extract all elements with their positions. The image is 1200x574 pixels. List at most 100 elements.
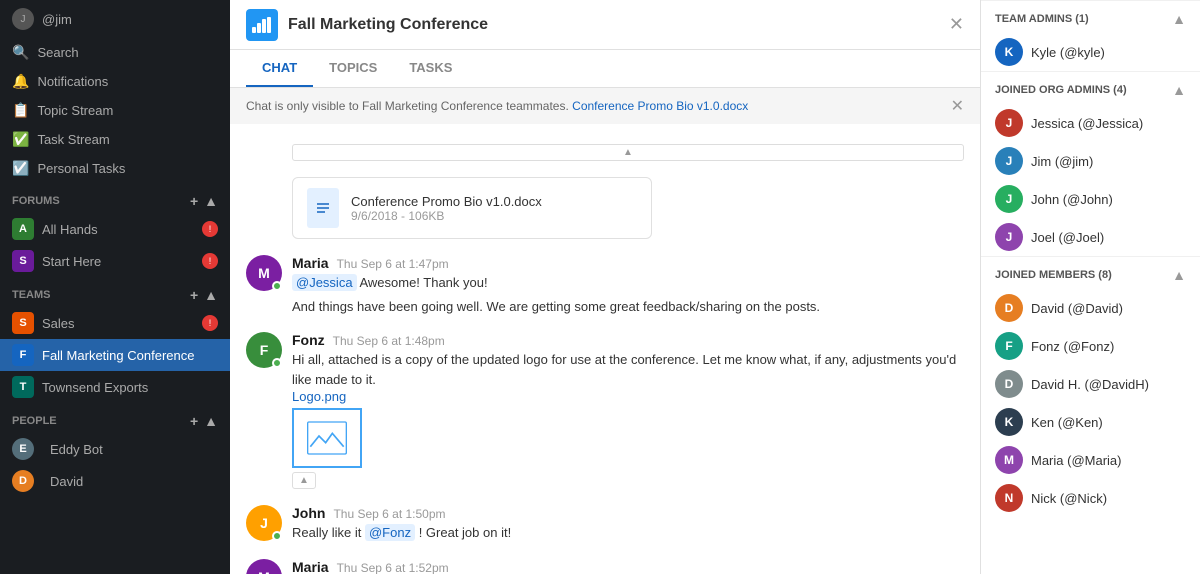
start-here-badge: ! (202, 253, 218, 269)
personal-tasks-item[interactable]: ☑️ Personal Tasks (0, 154, 230, 183)
notice-close-button[interactable]: ✕ (951, 96, 964, 116)
tab-chat[interactable]: CHAT (246, 50, 313, 87)
msg-time: Thu Sep 6 at 1:47pm (337, 257, 449, 271)
team-admins-toggle[interactable]: ▲ (1172, 11, 1186, 27)
david-name: David (@David) (1031, 301, 1123, 316)
topic-stream-item[interactable]: 📋 Topic Stream (0, 96, 230, 125)
bell-icon: 🔔 (12, 73, 29, 90)
sender-name: Fonz (292, 332, 325, 348)
forums-actions: + ▲ (190, 193, 218, 209)
search-label: Search (37, 45, 78, 60)
member-joel: J Joel (@Joel) (981, 218, 1200, 256)
tab-topics[interactable]: TOPICS (313, 50, 393, 87)
start-here-channel[interactable]: S Start Here ! (0, 245, 230, 277)
msg-text: Really like it @Fonz ! Great job on it! (292, 523, 964, 543)
townsend-exports-channel[interactable]: T Townsend Exports (0, 371, 230, 403)
collapse-image-button[interactable]: ▲ (292, 472, 316, 489)
mention: @Jessica (292, 274, 357, 291)
topic-stream-label: Topic Stream (37, 103, 113, 118)
start-here-avatar: S (12, 250, 34, 272)
john-avatar: J (995, 185, 1023, 213)
add-team-icon[interactable]: + (190, 287, 198, 303)
joined-org-admins-toggle[interactable]: ▲ (1172, 82, 1186, 98)
david-item[interactable]: D David (0, 465, 230, 497)
member-kyle: K Kyle (@kyle) (981, 33, 1200, 71)
collapse-file-button[interactable]: ▲ (292, 144, 964, 161)
eddy-avatar: E (12, 438, 34, 460)
john-avatar: J (246, 505, 282, 541)
jim-avatar: J (995, 147, 1023, 175)
message-group: F Fonz Thu Sep 6 at 1:48pm Hi all, attac… (230, 324, 980, 497)
all-hands-avatar: A (12, 218, 34, 240)
joined-org-admins-title: JOINED ORG ADMINS (4) (995, 84, 1127, 96)
channel-title: Fall Marketing Conference (288, 16, 488, 34)
chat-messages: ▲ Conference Promo Bio v1.0.docx 9/6/201… (230, 124, 980, 574)
people-actions: + ▲ (190, 413, 218, 429)
tab-bar: CHAT TOPICS TASKS (230, 50, 980, 88)
fall-marketing-label: Fall Marketing Conference (42, 348, 194, 363)
msg-time: Thu Sep 6 at 1:48pm (333, 334, 445, 348)
msg-header: John Thu Sep 6 at 1:50pm (292, 505, 964, 521)
add-forum-icon[interactable]: + (190, 193, 198, 209)
member-john: J John (@John) (981, 180, 1200, 218)
team-admins-title: TEAM ADMINS (1) (995, 13, 1089, 25)
msg-content: John Thu Sep 6 at 1:50pm Really like it … (292, 505, 964, 543)
collapse-forums-icon[interactable]: ▲ (204, 193, 218, 209)
notice-link[interactable]: Conference Promo Bio v1.0.docx (572, 99, 748, 113)
main-content: Fall Marketing Conference ✕ CHAT TOPICS … (230, 0, 980, 574)
msg-text: @Jessica Awesome! Thank you! (292, 273, 964, 293)
notifications-item[interactable]: 🔔 Notifications (0, 67, 230, 96)
maria-avatar: M (246, 255, 282, 291)
nick-name: Nick (@Nick) (1031, 491, 1107, 506)
joined-org-admins-header: JOINED ORG ADMINS (4) ▲ (981, 71, 1200, 104)
teams-label: TEAMS (12, 289, 51, 301)
member-fonz: F Fonz (@Fonz) (981, 327, 1200, 365)
kyle-avatar: K (995, 38, 1023, 66)
tab-tasks[interactable]: TASKS (393, 50, 468, 87)
member-nick: N Nick (@Nick) (981, 479, 1200, 517)
david-avatar-rs: D (995, 294, 1023, 322)
task-stream-item[interactable]: ✅ Task Stream (0, 125, 230, 154)
eddy-bot-item[interactable]: E Eddy Bot (0, 433, 230, 465)
jessica-avatar: J (995, 109, 1023, 137)
mention: @Fonz (365, 524, 415, 541)
file-icon (307, 188, 339, 228)
all-hands-label: All Hands (42, 222, 98, 237)
online-indicator (272, 358, 282, 368)
channel-icon (246, 9, 278, 41)
collapse-people-icon[interactable]: ▲ (204, 413, 218, 429)
all-hands-channel[interactable]: A All Hands ! (0, 213, 230, 245)
file-info: Conference Promo Bio v1.0.docx 9/6/2018 … (351, 194, 542, 223)
msg-text: Hi all, attached is a copy of the update… (292, 350, 964, 389)
message-group: M Maria Thu Sep 6 at 1:52pm I think it l… (230, 551, 980, 574)
fall-marketing-channel[interactable]: F Fall Marketing Conference (0, 339, 230, 371)
msg-time: Thu Sep 6 at 1:50pm (333, 507, 445, 521)
teams-section: TEAMS + ▲ (0, 277, 230, 307)
maria-name: Maria (@Maria) (1031, 453, 1121, 468)
add-person-icon[interactable]: + (190, 413, 198, 429)
online-indicator (272, 531, 282, 541)
eddy-label: Eddy Bot (50, 442, 103, 457)
fonz-name: Fonz (@Fonz) (1031, 339, 1114, 354)
david-label: David (50, 474, 83, 489)
all-hands-badge: ! (202, 221, 218, 237)
joel-name: Joel (@Joel) (1031, 230, 1104, 245)
joined-members-toggle[interactable]: ▲ (1172, 267, 1186, 283)
image-link[interactable]: Logo.png (292, 389, 964, 404)
nick-avatar: N (995, 484, 1023, 512)
current-user[interactable]: J @jim (0, 0, 230, 38)
member-ken: K Ken (@Ken) (981, 403, 1200, 441)
search-icon: 🔍 (12, 44, 29, 61)
eddy-avatar-wrap: E (12, 438, 42, 460)
msg-content: Maria Thu Sep 6 at 1:47pm @Jessica Aweso… (292, 255, 964, 316)
personal-icon: ☑️ (12, 160, 29, 177)
collapse-teams-icon[interactable]: ▲ (204, 287, 218, 303)
task-icon: ✅ (12, 131, 29, 148)
file-meta: 9/6/2018 - 106KB (351, 209, 542, 223)
file-attachment[interactable]: Conference Promo Bio v1.0.docx 9/6/2018 … (292, 177, 652, 239)
search-item[interactable]: 🔍 Search (0, 38, 230, 67)
file-name: Conference Promo Bio v1.0.docx (351, 194, 542, 209)
sales-channel[interactable]: S Sales ! (0, 307, 230, 339)
close-button[interactable]: ✕ (949, 14, 964, 35)
david-avatar: D (12, 470, 34, 492)
